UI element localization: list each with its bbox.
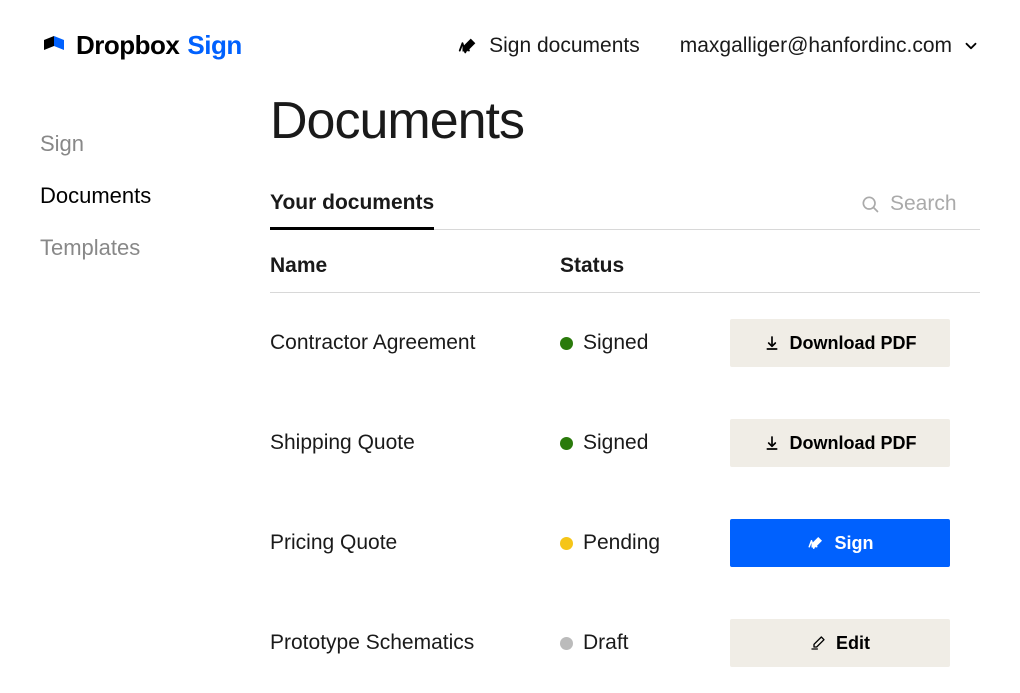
search-icon (860, 194, 880, 214)
status-dot-icon (560, 637, 573, 650)
document-status: Signed (560, 331, 730, 355)
signature-icon (807, 534, 825, 552)
download-icon (764, 435, 780, 451)
document-status: Pending (560, 531, 730, 555)
brand-word-dropbox: Dropbox (76, 30, 179, 61)
status-dot-icon (560, 437, 573, 450)
user-menu[interactable]: maxgalliger@hanfordinc.com (680, 34, 980, 58)
dropbox-sign-logo-icon (40, 32, 68, 60)
column-header-name: Name (270, 254, 560, 278)
search (860, 192, 980, 228)
search-input[interactable] (890, 192, 980, 216)
document-name: Contractor Agreement (270, 331, 560, 355)
tab-your-documents[interactable]: Your documents (270, 191, 434, 230)
tab-label: Your documents (270, 191, 434, 214)
column-header-status: Status (560, 254, 730, 278)
table-header: Name Status (270, 230, 980, 293)
button-label: Edit (836, 633, 870, 654)
document-status: Signed (560, 431, 730, 455)
brand-logo[interactable]: Dropbox Sign (40, 30, 242, 61)
table-row: Shipping Quote Signed Download PDF (270, 393, 980, 493)
table-row: Contractor Agreement Signed Download PDF (270, 293, 980, 393)
status-label: Signed (583, 431, 648, 455)
download-icon (764, 335, 780, 351)
sidebar-item-documents[interactable]: Documents (40, 183, 270, 209)
button-label: Download PDF (790, 333, 917, 354)
status-dot-icon (560, 337, 573, 350)
sign-button[interactable]: Sign (730, 519, 950, 567)
status-label: Signed (583, 331, 648, 355)
sign-documents-label: Sign documents (489, 34, 640, 58)
document-status: Draft (560, 631, 730, 655)
user-email: maxgalliger@hanfordinc.com (680, 34, 952, 58)
tabs-row: Your documents (270, 191, 980, 230)
brand-word-sign: Sign (187, 30, 241, 61)
sign-documents-link[interactable]: Sign documents (457, 34, 640, 58)
chevron-down-icon (962, 37, 980, 55)
sidebar-item-sign[interactable]: Sign (40, 131, 270, 157)
document-name: Shipping Quote (270, 431, 560, 455)
document-name: Prototype Schematics (270, 631, 560, 655)
table-row: Prototype Schematics Draft Edit (270, 593, 980, 693)
sidebar-item-label: Sign (40, 131, 84, 156)
sidebar-item-label: Templates (40, 235, 140, 260)
status-label: Draft (583, 631, 629, 655)
status-label: Pending (583, 531, 660, 555)
sidebar: Sign Documents Templates (40, 81, 270, 693)
sidebar-item-label: Documents (40, 183, 151, 208)
download-pdf-button[interactable]: Download PDF (730, 419, 950, 467)
header: Dropbox Sign Sign documents maxgalliger@… (0, 0, 1020, 81)
button-label: Sign (835, 533, 874, 554)
download-pdf-button[interactable]: Download PDF (730, 319, 950, 367)
page-title: Documents (270, 91, 980, 151)
edit-icon (810, 635, 826, 651)
signature-icon (457, 35, 479, 57)
main-content: Documents Your documents Name Status (270, 81, 980, 693)
edit-button[interactable]: Edit (730, 619, 950, 667)
button-label: Download PDF (790, 433, 917, 454)
table-row: Pricing Quote Pending Sign (270, 493, 980, 593)
document-name: Pricing Quote (270, 531, 560, 555)
status-dot-icon (560, 537, 573, 550)
sidebar-item-templates[interactable]: Templates (40, 235, 270, 261)
